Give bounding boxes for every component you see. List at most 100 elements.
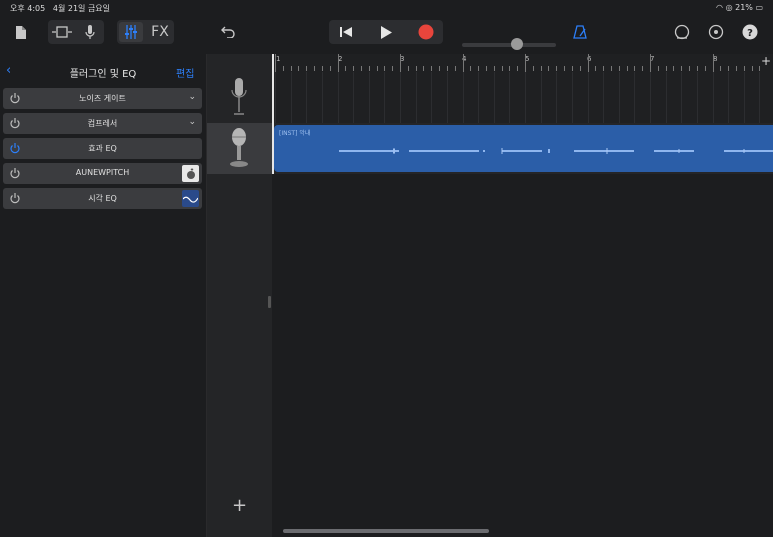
tracks-area[interactable]: [INST] 악내	[273, 72, 773, 537]
grid-line	[696, 72, 698, 123]
horizontal-scrollbar[interactable]	[283, 529, 489, 533]
settings-icon[interactable]	[706, 22, 726, 42]
ruler-tick	[400, 54, 401, 72]
playhead[interactable]	[272, 54, 274, 174]
ruler-tick	[321, 66, 323, 71]
add-section-button[interactable]: +	[761, 54, 771, 68]
bar-number: 8	[713, 55, 718, 63]
chevron-down-icon[interactable]: ⌄	[188, 117, 196, 127]
power-icon[interactable]	[9, 167, 21, 179]
ruler-tick	[704, 66, 706, 71]
play-icon[interactable]	[374, 22, 398, 42]
microphone-icon	[230, 128, 248, 167]
chevron-down-icon[interactable]: ⌄	[188, 92, 196, 102]
timeline-ruler[interactable]: 1 2 3 4 5 6 7 8 +	[273, 54, 773, 72]
condenser-mic-icon	[231, 78, 247, 115]
plugin-label: 컴프레서	[87, 119, 118, 128]
grid-line	[603, 72, 605, 123]
ruler-tick	[525, 54, 526, 72]
grid-line	[462, 72, 464, 123]
mixer-sliders-icon[interactable]	[119, 22, 143, 42]
ruler-tick	[634, 66, 636, 71]
grid-line	[493, 72, 495, 123]
region-name: [INST] 악내	[279, 130, 311, 137]
audio-region[interactable]: [INST] 악내	[274, 125, 773, 172]
ruler-tick	[290, 66, 292, 71]
grid-line	[368, 72, 370, 123]
grid-line	[712, 72, 714, 123]
ruler-tick	[618, 66, 620, 71]
my-songs-icon[interactable]	[12, 22, 30, 42]
record-icon[interactable]	[414, 22, 438, 42]
back-chevron-icon[interactable]: ‹	[6, 63, 11, 78]
metronome-icon[interactable]	[570, 22, 590, 42]
plugin-label: 노이즈 게이트	[79, 94, 126, 103]
ruler-tick	[454, 66, 456, 71]
ruler-tick	[345, 66, 347, 71]
power-icon[interactable]	[9, 92, 21, 104]
track-header-2-selected[interactable]	[207, 123, 272, 174]
ruler-tick	[751, 66, 753, 71]
ruler-tick	[556, 66, 558, 71]
apple-logo-icon[interactable]	[182, 165, 199, 182]
svg-text:?: ?	[747, 28, 753, 39]
track-lane-1[interactable]	[273, 72, 773, 123]
edit-button[interactable]: 편집	[176, 65, 194, 80]
ruler-tick	[407, 66, 409, 71]
tracks-view-icon[interactable]	[50, 22, 74, 42]
ruler-tick	[462, 54, 464, 72]
loop-browser-icon[interactable]	[672, 22, 692, 42]
power-icon[interactable]	[9, 192, 21, 204]
ruler-tick	[642, 66, 644, 71]
resize-handle[interactable]	[268, 296, 271, 308]
grid-line	[384, 72, 386, 123]
eq-curve-icon[interactable]	[182, 190, 199, 207]
grid-line	[446, 72, 448, 123]
plugin-row-visual-eq[interactable]: 시각 EQ	[3, 188, 202, 209]
ruler-tick	[423, 66, 425, 71]
grid-line	[618, 72, 620, 123]
grid-line	[431, 72, 433, 123]
ruler-tick	[712, 54, 714, 72]
grid-line	[634, 72, 636, 123]
grid-line	[400, 72, 401, 123]
undo-icon[interactable]	[218, 22, 238, 42]
grid-line	[509, 72, 511, 123]
bar-number: 1	[276, 55, 281, 63]
power-icon[interactable]	[9, 142, 21, 154]
fx-button[interactable]: FX	[148, 22, 172, 42]
volume-slider[interactable]	[462, 43, 556, 47]
ruler-tick	[735, 66, 737, 71]
ruler-tick	[415, 66, 417, 71]
battery-icon: ▭	[755, 3, 763, 12]
grid-line	[415, 72, 417, 123]
ruler-tick	[595, 66, 597, 71]
ruler-tick	[439, 66, 441, 71]
grid-line	[337, 72, 339, 123]
plugin-row-aunewpitch[interactable]: AUNEWPITCH	[3, 163, 202, 184]
grid-line	[556, 72, 558, 123]
ruler-tick	[728, 66, 730, 71]
ruler-tick	[392, 66, 394, 71]
volume-slider-knob[interactable]	[511, 38, 523, 50]
help-icon[interactable]: ?	[740, 22, 760, 42]
power-icon[interactable]	[9, 117, 21, 129]
ruler-tick	[501, 66, 503, 71]
grid-line	[525, 72, 526, 123]
plugin-row-compressor[interactable]: 컴프레서 ⌄	[3, 113, 202, 134]
grid-line	[290, 72, 292, 123]
plugin-row-effect-eq[interactable]: 효과 EQ	[3, 138, 202, 159]
go-to-beginning-icon[interactable]	[334, 22, 358, 42]
ruler-tick	[368, 66, 370, 71]
ruler-tick	[298, 66, 300, 71]
grid-line	[306, 72, 308, 123]
ruler-tick	[329, 66, 331, 71]
track-header-1[interactable]	[207, 72, 272, 123]
microphone-icon[interactable]	[80, 22, 100, 42]
grid-line	[540, 72, 542, 123]
ruler-tick	[493, 66, 495, 71]
plugin-row-noise-gate[interactable]: 노이즈 게이트 ⌄	[3, 88, 202, 109]
ruler-tick	[360, 66, 362, 71]
status-bar: 오후 4:05 4월 21일 금요일 ◠ ◎ 21% ▭	[0, 0, 773, 14]
add-track-button[interactable]: +	[232, 495, 247, 516]
